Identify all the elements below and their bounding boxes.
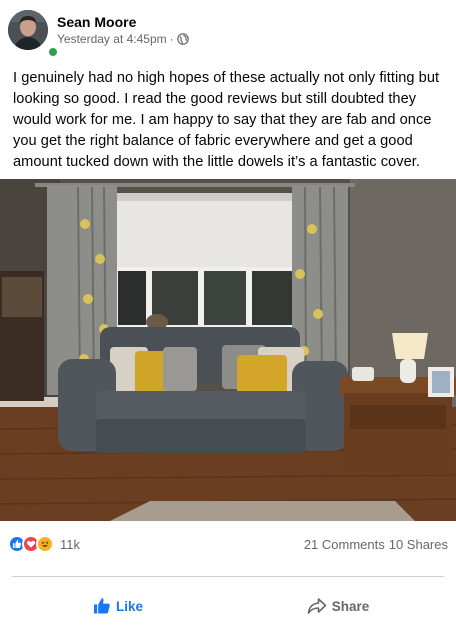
online-status-dot [47, 46, 59, 58]
author-name[interactable]: Sean Moore [57, 13, 189, 31]
comments-count[interactable]: 21 Comments [304, 537, 385, 552]
post-timestamp[interactable]: Yesterday at 4:45pm [57, 31, 167, 47]
living-room-photo [0, 179, 456, 521]
avatar[interactable] [8, 10, 48, 50]
divider [12, 576, 444, 577]
globe-icon[interactable] [176, 33, 189, 45]
reaction-icons [8, 535, 54, 553]
post-photo[interactable] [0, 179, 456, 521]
post-card: Sean Moore Yesterday at 4:45pm · I genui… [0, 0, 456, 634]
action-bar: Like Share [8, 588, 448, 624]
post-meta: Sean Moore Yesterday at 4:45pm · [57, 13, 189, 47]
post-body-text: I genuinely had no high hopes of these a… [13, 70, 440, 170]
reactions-bar: 11k 21 Comments 10 Shares [8, 532, 448, 556]
post-header: Sean Moore Yesterday at 4:45pm · [8, 8, 448, 58]
profile-photo [8, 10, 48, 50]
post-subline: Yesterday at 4:45pm · [57, 31, 189, 47]
share-button[interactable]: Share [228, 588, 448, 624]
thumbs-up-icon [93, 598, 110, 614]
meta-separator: · [169, 32, 174, 46]
like-button[interactable]: Like [8, 588, 228, 624]
like-button-label: Like [115, 598, 143, 614]
engagement-counts: 21 Comments 10 Shares [304, 537, 448, 552]
share-button-label: Share [331, 598, 370, 614]
haha-icon [36, 535, 54, 553]
reaction-count: 11k [60, 536, 80, 552]
shares-count[interactable]: 10 Shares [389, 537, 448, 552]
reaction-summary[interactable]: 11k [8, 535, 80, 553]
share-icon [307, 598, 327, 614]
